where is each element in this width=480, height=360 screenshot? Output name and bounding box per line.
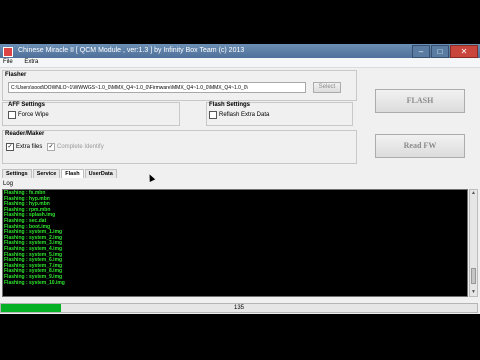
scroll-thumb[interactable]: [471, 268, 476, 284]
force-wipe-label: Force Wipe: [18, 112, 49, 118]
complete-identify-box[interactable]: ✓: [47, 143, 55, 151]
force-wipe-box[interactable]: [8, 111, 16, 119]
tab-flash[interactable]: Flash: [61, 169, 84, 178]
extra-files-box[interactable]: ✓: [6, 143, 14, 151]
menu-file[interactable]: File: [3, 59, 13, 65]
reflash-extra-data-checkbox[interactable]: Reflash Extra Data: [209, 111, 269, 119]
close-icon[interactable]: ✕: [450, 45, 478, 58]
extra-files-checkbox[interactable]: ✓ Extra files: [6, 143, 42, 151]
window-controls: – □ ✕: [411, 45, 478, 58]
aff-settings-label: AFF Settings: [8, 102, 45, 108]
read-fw-button[interactable]: Read FW: [375, 134, 465, 158]
main-window: File Extra Flasher C:\Users\sood\DOWNLO~…: [0, 58, 480, 314]
menu-bar: File Extra: [0, 58, 480, 68]
reflash-extra-data-box[interactable]: [209, 111, 217, 119]
flash-button[interactable]: FLASH: [375, 89, 465, 113]
reader-maker-label: Reader/Maker: [5, 131, 45, 137]
log-output[interactable]: Flashing : fs.mbn Flashing : hyp.mbn Flash…: [2, 189, 468, 297]
scroll-down-icon[interactable]: ▼: [470, 289, 477, 296]
tab-userdata[interactable]: UserData: [84, 169, 117, 178]
maximize-icon[interactable]: □: [431, 45, 449, 58]
flasher-group-label: Flasher: [5, 72, 27, 78]
extra-files-label: Extra files: [16, 144, 43, 150]
menu-extra[interactable]: Extra: [24, 59, 38, 65]
minimize-icon[interactable]: –: [412, 45, 430, 58]
log-scrollbar[interactable]: ▲ ▼: [469, 189, 478, 297]
firmware-path-input[interactable]: C:\Users\sood\DOWNLO~1\WWWGS~1.0_0\MMX_Q…: [8, 82, 306, 93]
complete-identify-label: Complete Identify: [57, 144, 104, 150]
tab-settings[interactable]: Settings: [2, 169, 32, 178]
title-bar[interactable]: Chinese Miracle II [ QCM Module , ver:1.…: [0, 44, 480, 58]
screen: Chinese Miracle II [ QCM Module , ver:1.…: [0, 0, 480, 360]
mouse-cursor-icon: [146, 173, 156, 182]
force-wipe-checkbox[interactable]: Force Wipe: [8, 111, 49, 119]
log-line: Flashing : system_10.img: [4, 279, 65, 286]
window-title: Chinese Miracle II [ QCM Module , ver:1.…: [17, 47, 245, 54]
tab-strip: Settings Service Flash UserData: [2, 169, 118, 178]
select-button[interactable]: Select: [313, 82, 341, 93]
app-icon: [3, 47, 13, 57]
scroll-up-icon[interactable]: ▲: [470, 190, 477, 197]
tab-service[interactable]: Service: [32, 169, 61, 178]
progress-value: 135: [233, 305, 244, 311]
complete-identify-checkbox[interactable]: ✓ Complete Identify: [47, 143, 104, 151]
reflash-extra-data-label: Reflash Extra Data: [219, 112, 270, 118]
flash-settings-label: Flash Settings: [209, 102, 251, 108]
progress-bar: 135: [0, 303, 478, 313]
log-label: Log: [3, 181, 14, 187]
